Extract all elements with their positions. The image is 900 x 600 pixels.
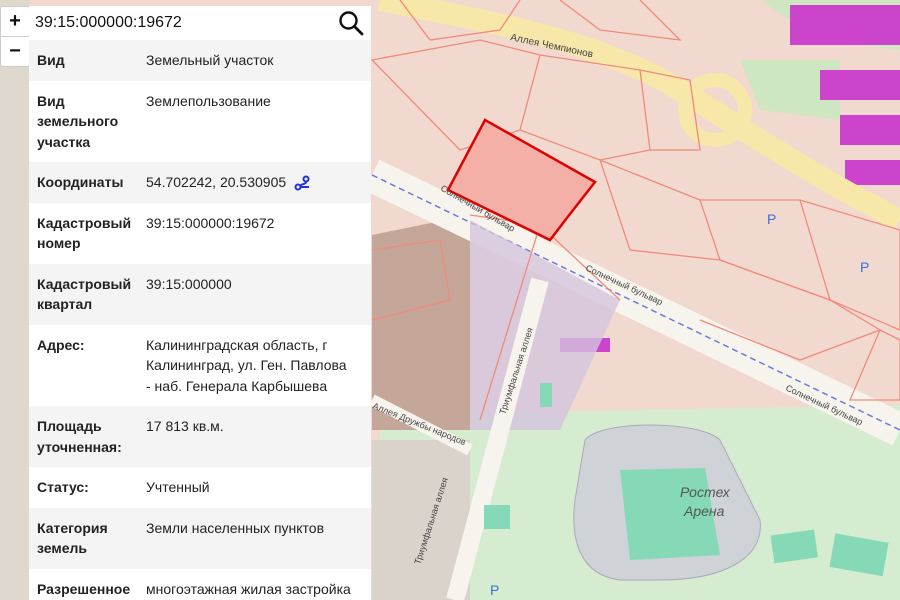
detail-value: 39:15:000000:19672 bbox=[146, 214, 275, 231]
detail-key: Координаты bbox=[37, 174, 124, 190]
detail-value: Землепользование bbox=[146, 92, 271, 109]
detail-row-type: Вид Земельный участок bbox=[29, 40, 371, 81]
detail-row-status: Статус: Учтенный bbox=[29, 467, 371, 508]
detail-key: Категория земель bbox=[37, 519, 108, 557]
detail-value: Калининградская область, г Калининград, … bbox=[146, 336, 347, 394]
parking-marker-2: P bbox=[860, 259, 869, 275]
detail-value: 17 813 кв.м. bbox=[146, 418, 224, 434]
detail-value: Учтенный bbox=[146, 479, 210, 495]
detail-value: 54.702242, 20.530905 bbox=[146, 174, 287, 190]
detail-row-land-category: Категория земель Земли населенных пункто… bbox=[29, 507, 371, 569]
detail-value: многоэтажная жилая застройка bbox=[146, 580, 351, 597]
label-arena-1: Ростех bbox=[680, 484, 731, 500]
route-icon[interactable] bbox=[294, 175, 312, 191]
parking-marker-3: P bbox=[490, 582, 499, 598]
parking-marker-1: P bbox=[767, 211, 776, 227]
zoom-out-button[interactable]: − bbox=[1, 36, 29, 66]
search-input[interactable] bbox=[35, 10, 325, 36]
detail-row-coordinates: Координаты 54.702242, 20.530905 bbox=[29, 162, 371, 203]
search-icon[interactable] bbox=[337, 9, 365, 37]
detail-key: Адрес: bbox=[37, 336, 85, 353]
details-panel: Вид Земельный участок Вид земельного уча… bbox=[29, 40, 371, 600]
detail-key: Вид bbox=[37, 52, 65, 68]
detail-row-land-type: Вид земельного участка Землепользование bbox=[29, 81, 371, 163]
zoom-control: + − bbox=[0, 6, 30, 67]
zoom-in-button[interactable]: + bbox=[1, 7, 29, 36]
label-arena-2: Арена bbox=[683, 503, 725, 519]
detail-row-permitted-use: Разрешенное многоэтажная жилая застройка bbox=[29, 569, 371, 600]
detail-key: Кадастровый квартал bbox=[37, 275, 132, 313]
detail-key: Вид земельного участка bbox=[37, 92, 119, 150]
detail-row-cadastral-quarter: Кадастровый квартал 39:15:000000 bbox=[29, 263, 371, 325]
detail-row-area: Площадь уточненная: 17 813 кв.м. bbox=[29, 406, 371, 467]
detail-row-address: Адрес: Калининградская область, г Калини… bbox=[29, 325, 371, 407]
detail-value: 39:15:000000 bbox=[146, 275, 232, 292]
detail-row-cadastral-number: Кадастровый номер 39:15:000000:19672 bbox=[29, 203, 371, 264]
search-bar bbox=[29, 6, 371, 40]
detail-value: Земли населенных пунктов bbox=[146, 519, 325, 536]
detail-key: Площадь уточненная: bbox=[37, 418, 122, 455]
detail-value: Земельный участок bbox=[146, 52, 274, 68]
detail-key: Статус: bbox=[37, 479, 89, 495]
detail-key: Разрешенное bbox=[37, 580, 131, 597]
detail-key: Кадастровый номер bbox=[37, 214, 132, 252]
